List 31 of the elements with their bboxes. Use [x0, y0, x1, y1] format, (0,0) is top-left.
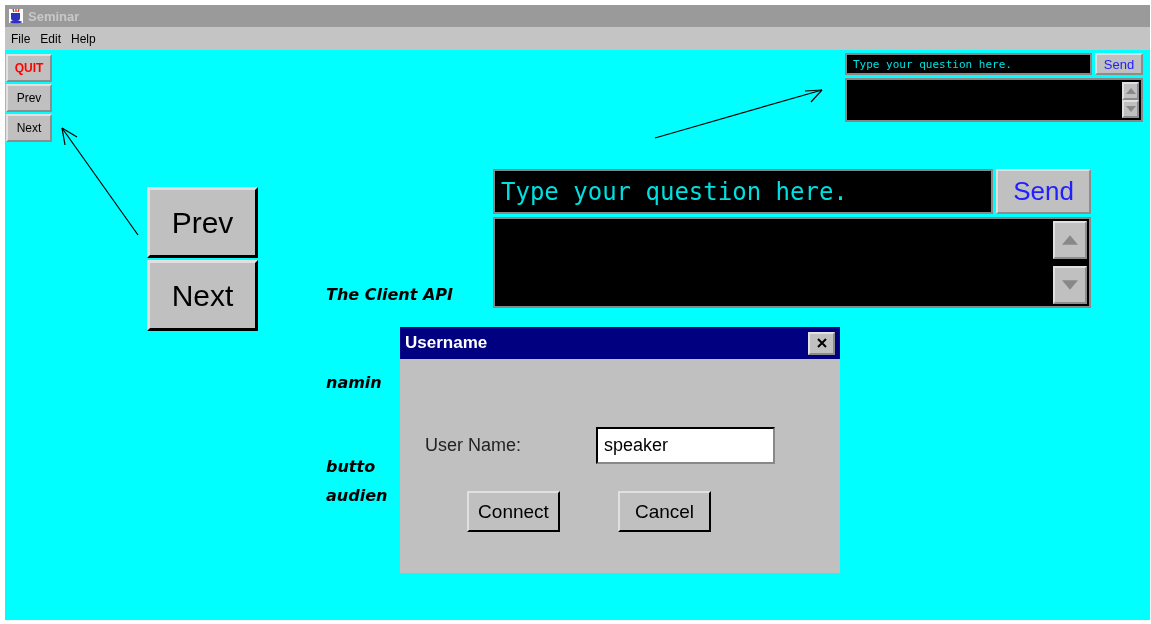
- down-triangle-icon: [1125, 106, 1136, 112]
- scroll-up-button[interactable]: [1053, 221, 1087, 259]
- up-triangle-icon: [1062, 235, 1078, 245]
- scroll-down-button[interactable]: [1122, 100, 1139, 118]
- slide-text: audien: [326, 486, 388, 505]
- question-field[interactable]: Type your question here.: [493, 169, 993, 214]
- username-field[interactable]: speaker: [596, 427, 775, 464]
- menu-item[interactable]: File: [11, 31, 31, 46]
- dialog-button[interactable]: Connect: [467, 491, 560, 532]
- slide-text: namin: [326, 373, 382, 392]
- dialog-title: Username: [405, 333, 488, 353]
- menu-item[interactable]: Help: [71, 31, 96, 46]
- dialog-button[interactable]: Cancel: [618, 491, 711, 532]
- field-label: User Name:: [425, 435, 523, 456]
- nav-button[interactable]: Prev: [6, 84, 52, 112]
- cup-icon: [8, 8, 24, 24]
- slide-text: butto: [326, 457, 376, 476]
- up-triangle-icon: [1125, 88, 1136, 94]
- nav-button[interactable]: Next: [147, 260, 258, 331]
- question-field[interactable]: Type your question here.: [845, 53, 1092, 75]
- send-button[interactable]: Send: [1095, 53, 1143, 75]
- scroll-down-button[interactable]: [1053, 266, 1087, 304]
- close-button[interactable]: [808, 331, 835, 355]
- nav-button[interactable]: Next: [6, 114, 52, 142]
- close-icon: [816, 338, 827, 348]
- scroll-up-button[interactable]: [1122, 82, 1139, 100]
- slide-text: The Client API: [326, 285, 453, 304]
- down-triangle-icon: [1062, 280, 1078, 290]
- send-button[interactable]: Send: [996, 169, 1091, 214]
- nav-button[interactable]: Prev: [147, 187, 258, 258]
- menu-item[interactable]: Edit: [40, 31, 62, 46]
